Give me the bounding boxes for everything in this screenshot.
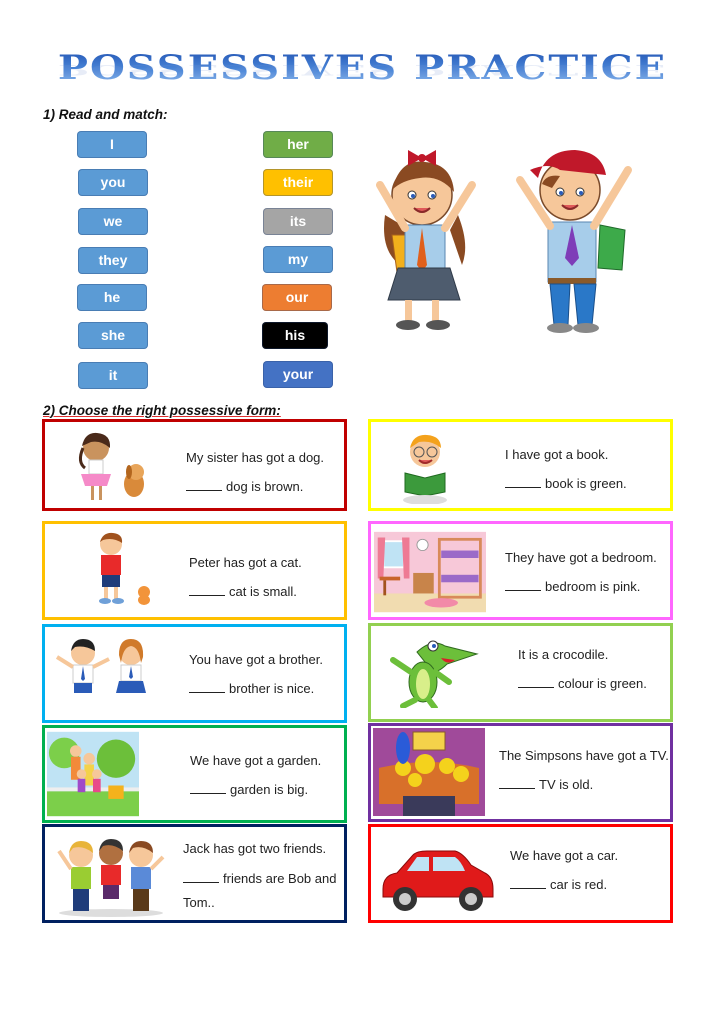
possessive-card-my[interactable]: my (263, 246, 333, 273)
boy-figure (516, 150, 632, 333)
answer-blank[interactable] (189, 583, 225, 596)
exercise-card-bedroom: They have got a bedroom. bedroom is pink… (368, 521, 673, 620)
answer-blank[interactable] (510, 876, 546, 889)
pronoun-card-you[interactable]: you (78, 169, 148, 196)
pronoun-card-she[interactable]: she (78, 322, 148, 349)
exercise-sentence: The Simpsons have got a TV. (499, 748, 669, 763)
exercise-card-garden: We have got a garden. garden is big. (42, 725, 347, 823)
exercise-sentence: We have got a car. (510, 848, 619, 863)
exercise-sentence: I have got a book. (505, 447, 609, 462)
section1-heading: 1) Read and match: (43, 107, 168, 122)
exercise-sentence: You have got a brother. (189, 652, 323, 667)
possessive-card-their[interactable]: their (263, 169, 333, 196)
exercise-completion: cat is small. (229, 584, 297, 599)
answer-blank[interactable] (518, 675, 554, 688)
exercise-card-crocodile: It is a crocodile. colour is green. (368, 623, 673, 722)
exercise-completion: TV is old. (539, 777, 594, 792)
exercise-sentence: My sister has got a dog. (186, 450, 325, 465)
exercise-completion: book is green. (545, 476, 627, 491)
exercise-sentence: Peter has got a cat. (189, 555, 302, 570)
exercise-card-dog: My sister has got a dog. dog is brown. (42, 419, 347, 511)
exercise-sentence: Jack has got two friends. (183, 841, 327, 856)
pronoun-card-he[interactable]: he (77, 284, 147, 311)
pink-bedroom-icon (374, 531, 486, 613)
exercise-sentence: It is a crocodile. (518, 647, 609, 662)
exercise-sentence: They have got a bedroom. (505, 550, 657, 565)
answer-blank[interactable] (189, 680, 225, 693)
exercise-card-cat: Peter has got a cat. cat is small. (42, 521, 347, 620)
possessive-card-her[interactable]: her (263, 131, 333, 158)
worksheet-title: POSSESSIVES PRACTICE (0, 48, 725, 88)
answer-blank[interactable] (186, 478, 222, 491)
exercise-card-tv: The Simpsons have got a TV. TV is old. (368, 723, 673, 822)
pronoun-card-we[interactable]: we (78, 208, 148, 235)
possessive-card-its[interactable]: its (263, 208, 333, 235)
exercise-card-book: I have got a book. book is green. (368, 419, 673, 511)
possessive-card-our[interactable]: our (262, 284, 332, 311)
boy-and-girl-icon (55, 639, 146, 693)
family-in-garden-icon (47, 731, 139, 817)
possessive-card-your[interactable]: your (263, 361, 333, 388)
answer-blank[interactable] (505, 578, 541, 591)
exercise-completion: dog is brown. (226, 479, 304, 494)
exercise-completion: garden is big. (230, 782, 309, 797)
girl-with-dog-icon (78, 432, 144, 500)
three-boys-icon (57, 839, 165, 917)
section2-heading: 2) Choose the right possessive form: (43, 403, 281, 418)
exercise-completion: bedroom is pink. (545, 579, 641, 594)
possessive-card-his[interactable]: his (262, 322, 328, 349)
boy-with-cat-icon (99, 532, 150, 605)
simpsons-watching-tv-icon (373, 728, 485, 816)
girl-figure (376, 150, 476, 330)
boy-reading-book-icon (403, 434, 447, 504)
exercise-card-friends: Jack has got two friends. friends are Bo… (42, 824, 347, 923)
exercise-completion: car is red. (550, 877, 608, 892)
exercise-completion: colour is green. (558, 676, 647, 691)
crocodile-icon (390, 640, 479, 708)
exercise-completion: brother is nice. (229, 681, 315, 696)
red-car-icon (382, 850, 494, 911)
exercise-card-brother: You have got a brother. brother is nice. (42, 624, 347, 723)
school-kids-illustration (376, 150, 632, 333)
answer-blank[interactable] (183, 870, 219, 883)
pronoun-card-i[interactable]: I (77, 131, 147, 158)
exercise-card-car: We have got a car. car is red. (368, 824, 673, 923)
answer-blank[interactable] (499, 776, 535, 789)
pronoun-card-it[interactable]: it (78, 362, 148, 389)
pronoun-card-they[interactable]: they (78, 247, 148, 274)
answer-blank[interactable] (505, 475, 541, 488)
exercise-sentence: We have got a garden. (190, 753, 322, 768)
answer-blank[interactable] (190, 781, 226, 794)
